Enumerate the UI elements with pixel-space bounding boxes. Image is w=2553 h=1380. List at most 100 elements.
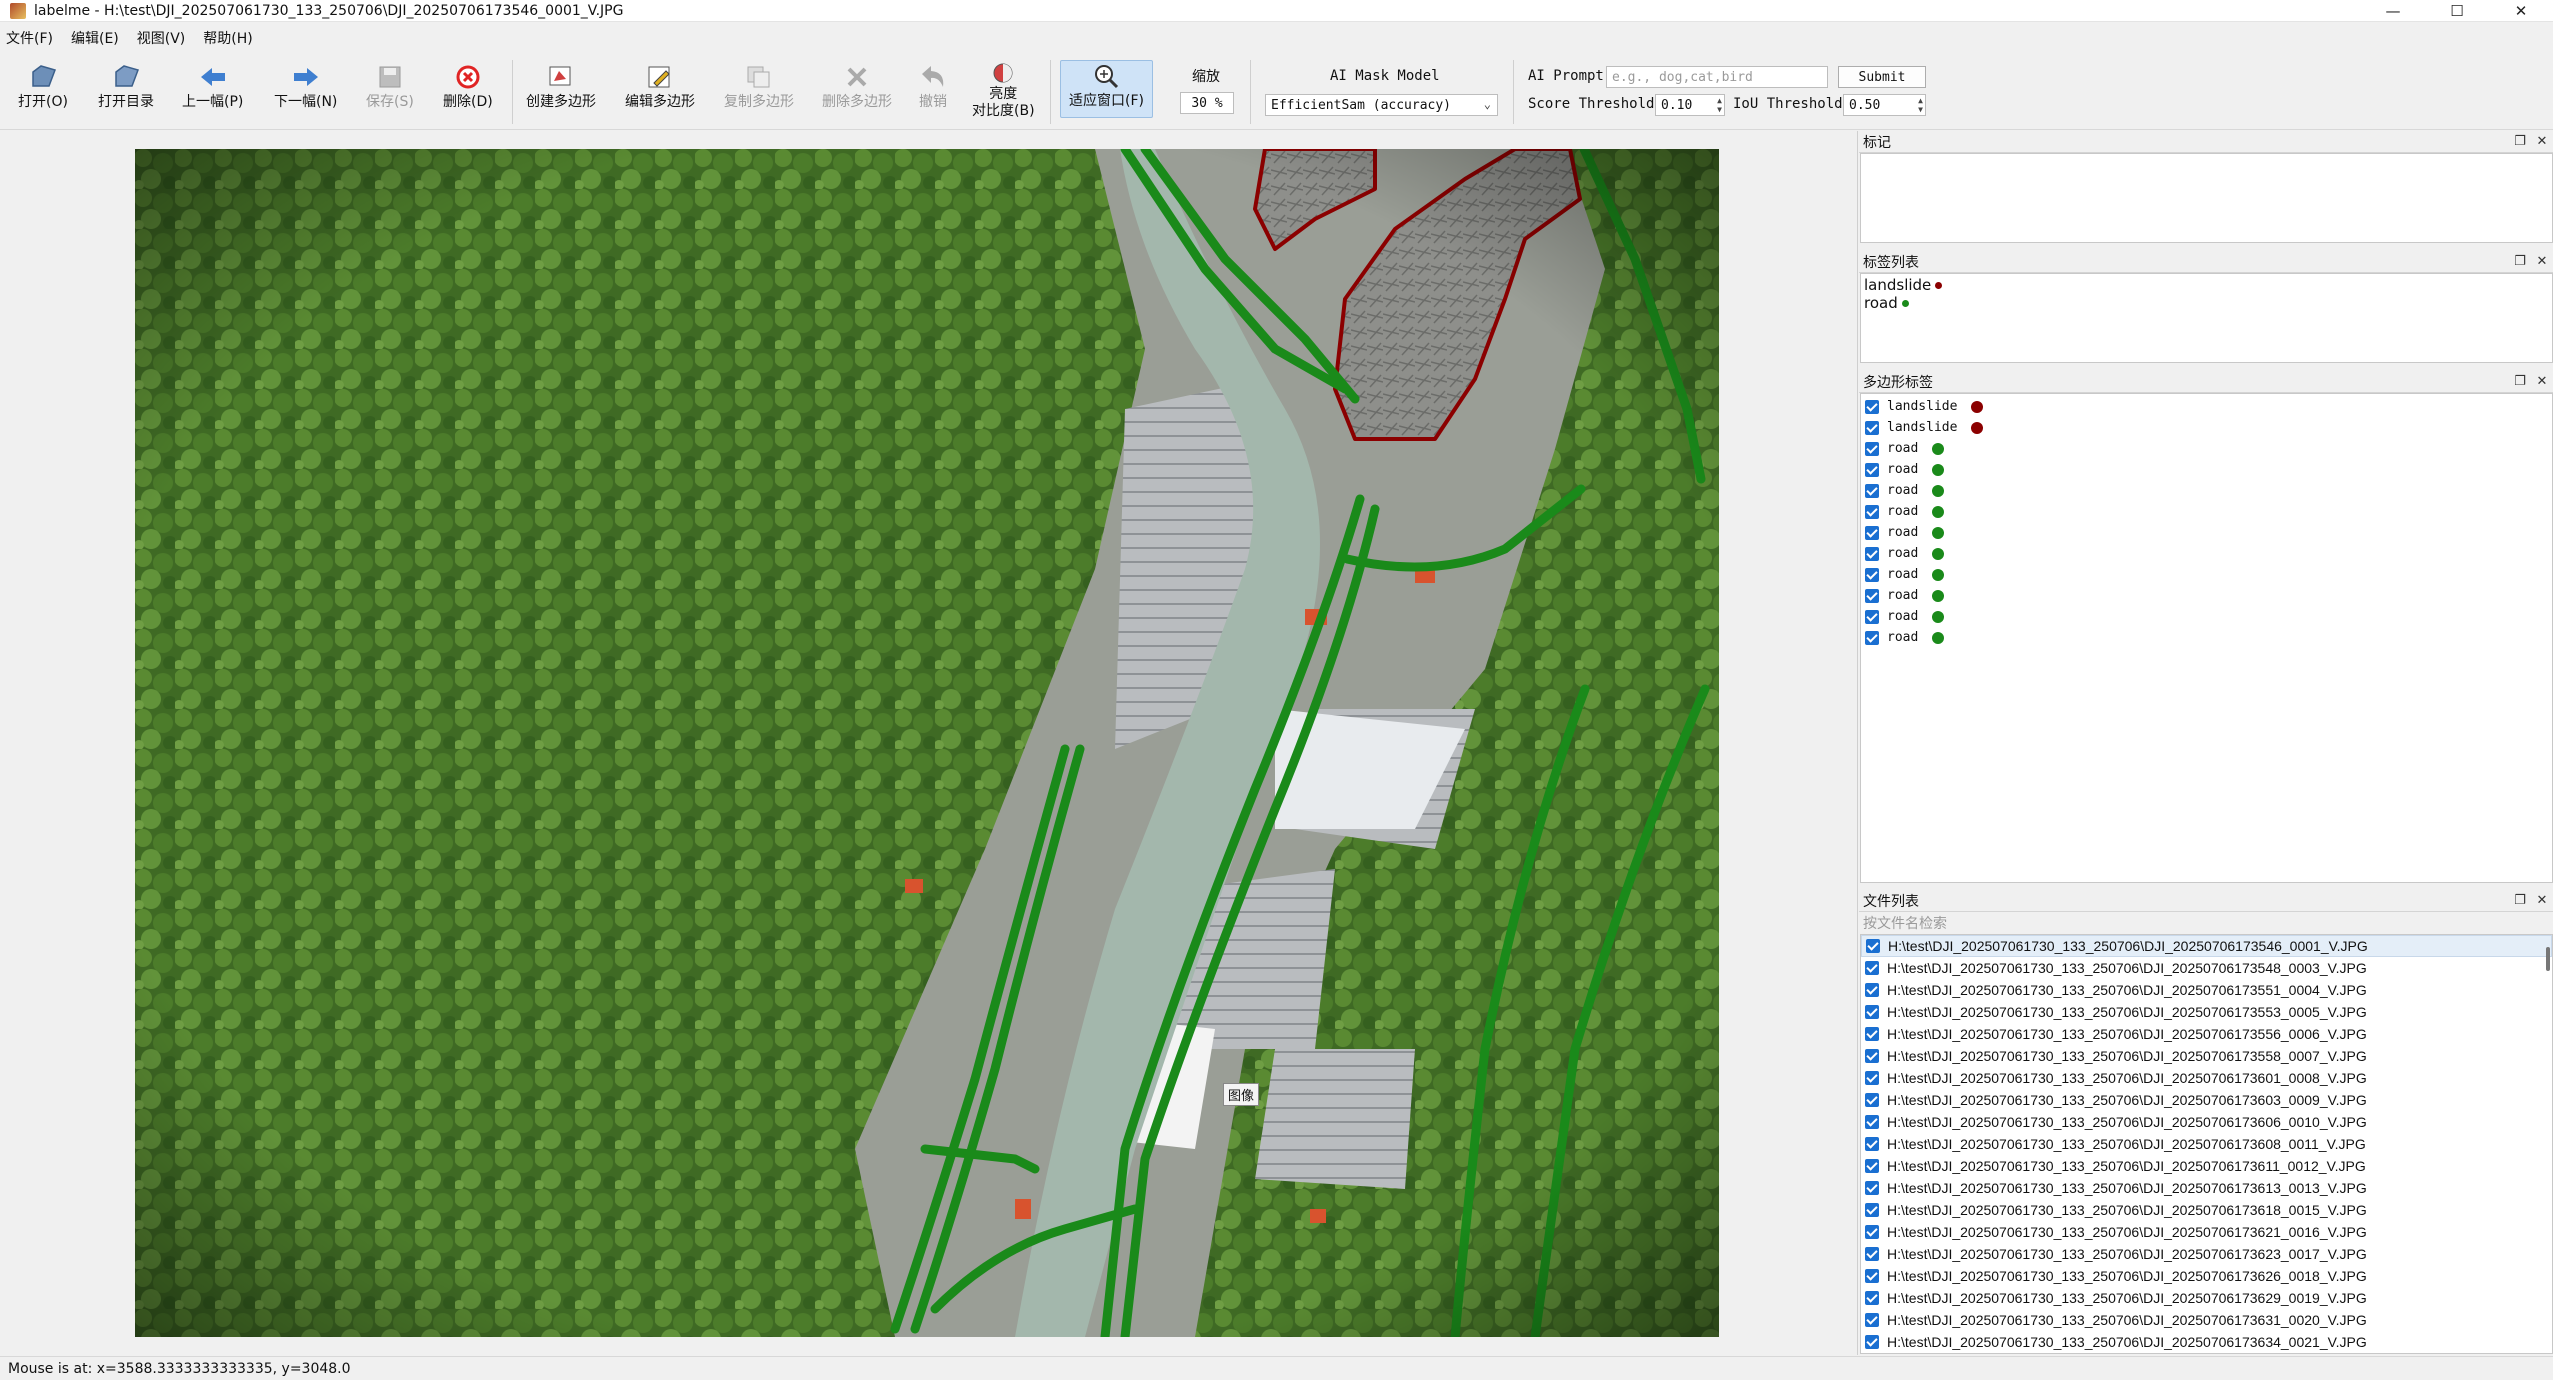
file-list-item[interactable]: H:\test\DJI_202507061730_133_250706\DJI_… — [1861, 1221, 2552, 1243]
file-checkbox[interactable] — [1865, 1225, 1879, 1239]
save-button[interactable]: 保存(S) — [366, 62, 414, 126]
file-list-item[interactable]: H:\test\DJI_202507061730_133_250706\DJI_… — [1861, 1265, 2552, 1287]
file-checkbox[interactable] — [1865, 1247, 1879, 1261]
maximize-button[interactable]: ☐ — [2425, 0, 2489, 22]
float-icon[interactable]: ❐ — [2509, 254, 2531, 269]
minimize-button[interactable]: — — [2361, 0, 2425, 22]
visibility-checkbox[interactable] — [1865, 630, 1879, 645]
visibility-checkbox[interactable] — [1865, 462, 1879, 477]
visibility-checkbox[interactable] — [1865, 609, 1879, 624]
visibility-checkbox[interactable] — [1865, 420, 1879, 435]
file-checkbox[interactable] — [1865, 1093, 1879, 1107]
file-list-item[interactable]: H:\test\DJI_202507061730_133_250706\DJI_… — [1861, 1001, 2552, 1023]
polygon-list-item[interactable]: landslide — [1861, 396, 2552, 417]
aerial-image[interactable]: 图像 — [135, 149, 1719, 1337]
next-image-button[interactable]: 下一幅(N) — [274, 62, 337, 126]
file-checkbox[interactable] — [1865, 1335, 1879, 1349]
file-checkbox[interactable] — [1865, 1159, 1879, 1173]
polygon-list-item[interactable]: road — [1861, 627, 2552, 648]
file-checkbox[interactable] — [1865, 983, 1879, 997]
undo-button[interactable]: 撤销 — [918, 62, 948, 126]
menu-edit[interactable]: 编辑(E) — [71, 28, 119, 48]
file-list-item[interactable]: H:\test\DJI_202507061730_133_250706\DJI_… — [1861, 1177, 2552, 1199]
file-checkbox[interactable] — [1865, 961, 1879, 975]
close-icon[interactable]: ✕ — [2531, 893, 2553, 908]
brightness-contrast-button[interactable]: 亮度 对比度(B) — [972, 62, 1035, 126]
file-list-item[interactable]: H:\test\DJI_202507061730_133_250706\DJI_… — [1861, 1331, 2552, 1353]
file-list-item[interactable]: H:\test\DJI_202507061730_133_250706\DJI_… — [1861, 1133, 2552, 1155]
file-checkbox[interactable] — [1865, 1049, 1879, 1063]
polygon-list[interactable]: landslide landslide road road road road road ro… — [1860, 393, 2553, 883]
visibility-checkbox[interactable] — [1865, 525, 1879, 540]
delete-file-button[interactable]: 删除(D) — [443, 62, 493, 126]
open-dir-button[interactable]: 打开目录 — [98, 62, 154, 126]
zoom-input[interactable]: 30 % — [1180, 92, 1234, 114]
menu-help[interactable]: 帮助(H) — [203, 28, 252, 48]
file-checkbox[interactable] — [1865, 1291, 1879, 1305]
polygon-list-item[interactable]: road — [1861, 522, 2552, 543]
file-checkbox[interactable] — [1865, 1137, 1879, 1151]
polygon-list-item[interactable]: road — [1861, 606, 2552, 627]
file-search-input[interactable]: 按文件名检索 — [1859, 912, 2553, 934]
label-list[interactable]: landslide road — [1860, 273, 2553, 363]
float-icon[interactable]: ❐ — [2509, 374, 2531, 389]
file-list-item[interactable]: H:\test\DJI_202507061730_133_250706\DJI_… — [1861, 1067, 2552, 1089]
polygon-list-item[interactable]: road — [1861, 564, 2552, 585]
file-checkbox[interactable] — [1865, 1313, 1879, 1327]
file-list-item[interactable]: H:\test\DJI_202507061730_133_250706\DJI_… — [1861, 1309, 2552, 1331]
file-list-item[interactable]: H:\test\DJI_202507061730_133_250706\DJI_… — [1861, 979, 2552, 1001]
spin-arrows-icon[interactable]: ▲ ▼ — [1717, 96, 1722, 114]
prev-image-button[interactable]: 上一幅(P) — [182, 62, 243, 126]
canvas-area[interactable]: 图像 — [0, 131, 1858, 1355]
visibility-checkbox[interactable] — [1865, 441, 1879, 456]
file-checkbox[interactable] — [1865, 1027, 1879, 1041]
polygon-list-item[interactable]: landslide — [1861, 417, 2552, 438]
file-list[interactable]: H:\test\DJI_202507061730_133_250706\DJI_… — [1860, 934, 2553, 1354]
ai-mask-model-select[interactable]: EfficientSam (accuracy) ⌄ — [1265, 94, 1498, 116]
delete-polygon-button[interactable]: 删除多边形 — [822, 62, 892, 126]
file-checkbox[interactable] — [1865, 1005, 1879, 1019]
file-checkbox[interactable] — [1865, 1071, 1879, 1085]
file-checkbox[interactable] — [1866, 939, 1880, 953]
file-list-item[interactable]: H:\test\DJI_202507061730_133_250706\DJI_… — [1861, 1199, 2552, 1221]
polygon-list-item[interactable]: road — [1861, 459, 2552, 480]
float-icon[interactable]: ❐ — [2509, 134, 2531, 149]
create-polygon-button[interactable]: 创建多边形 — [526, 62, 596, 126]
submit-button[interactable]: Submit — [1838, 66, 1926, 88]
polygon-list-item[interactable]: road — [1861, 480, 2552, 501]
file-list-item[interactable]: H:\test\DJI_202507061730_133_250706\DJI_… — [1861, 1023, 2552, 1045]
polygon-list-item[interactable]: road — [1861, 585, 2552, 606]
file-list-item[interactable]: H:\test\DJI_202507061730_133_250706\DJI_… — [1861, 1243, 2552, 1265]
close-icon[interactable]: ✕ — [2531, 254, 2553, 269]
polygon-list-item[interactable]: road — [1861, 543, 2552, 564]
polygon-list-item[interactable]: road — [1861, 438, 2552, 459]
fit-window-button[interactable]: 适应窗口(F) — [1060, 60, 1153, 118]
label-list-item[interactable]: road — [1861, 294, 2552, 312]
label-list-item[interactable]: landslide — [1861, 276, 2552, 294]
file-list-scrollbar[interactable] — [2546, 947, 2550, 971]
file-list-item[interactable]: H:\test\DJI_202507061730_133_250706\DJI_… — [1861, 957, 2552, 979]
visibility-checkbox[interactable] — [1865, 504, 1879, 519]
visibility-checkbox[interactable] — [1865, 567, 1879, 582]
file-checkbox[interactable] — [1865, 1269, 1879, 1283]
spin-arrows-icon[interactable]: ▲ ▼ — [1918, 96, 1923, 114]
copy-polygon-button[interactable]: 复制多边形 — [724, 62, 794, 126]
flags-list[interactable] — [1860, 153, 2553, 243]
file-list-item[interactable]: H:\test\DJI_202507061730_133_250706\DJI_… — [1861, 1287, 2552, 1309]
ai-prompt-input[interactable]: e.g., dog,cat,bird — [1606, 66, 1828, 88]
close-button[interactable]: ✕ — [2489, 0, 2553, 22]
close-icon[interactable]: ✕ — [2531, 374, 2553, 389]
close-icon[interactable]: ✕ — [2531, 134, 2553, 149]
file-list-item[interactable]: H:\test\DJI_202507061730_133_250706\DJI_… — [1861, 1155, 2552, 1177]
file-checkbox[interactable] — [1865, 1181, 1879, 1195]
visibility-checkbox[interactable] — [1865, 546, 1879, 561]
file-checkbox[interactable] — [1865, 1203, 1879, 1217]
file-list-item[interactable]: H:\test\DJI_202507061730_133_250706\DJI_… — [1861, 1089, 2552, 1111]
score-threshold-input[interactable]: 0.10 ▲ ▼ — [1655, 94, 1725, 116]
edit-polygon-button[interactable]: 编辑多边形 — [625, 62, 695, 126]
visibility-checkbox[interactable] — [1865, 399, 1879, 414]
iou-threshold-input[interactable]: 0.50 ▲ ▼ — [1843, 94, 1926, 116]
file-list-item[interactable]: H:\test\DJI_202507061730_133_250706\DJI_… — [1861, 1111, 2552, 1133]
menu-file[interactable]: 文件(F) — [6, 28, 53, 48]
menu-view[interactable]: 视图(V) — [137, 28, 186, 48]
